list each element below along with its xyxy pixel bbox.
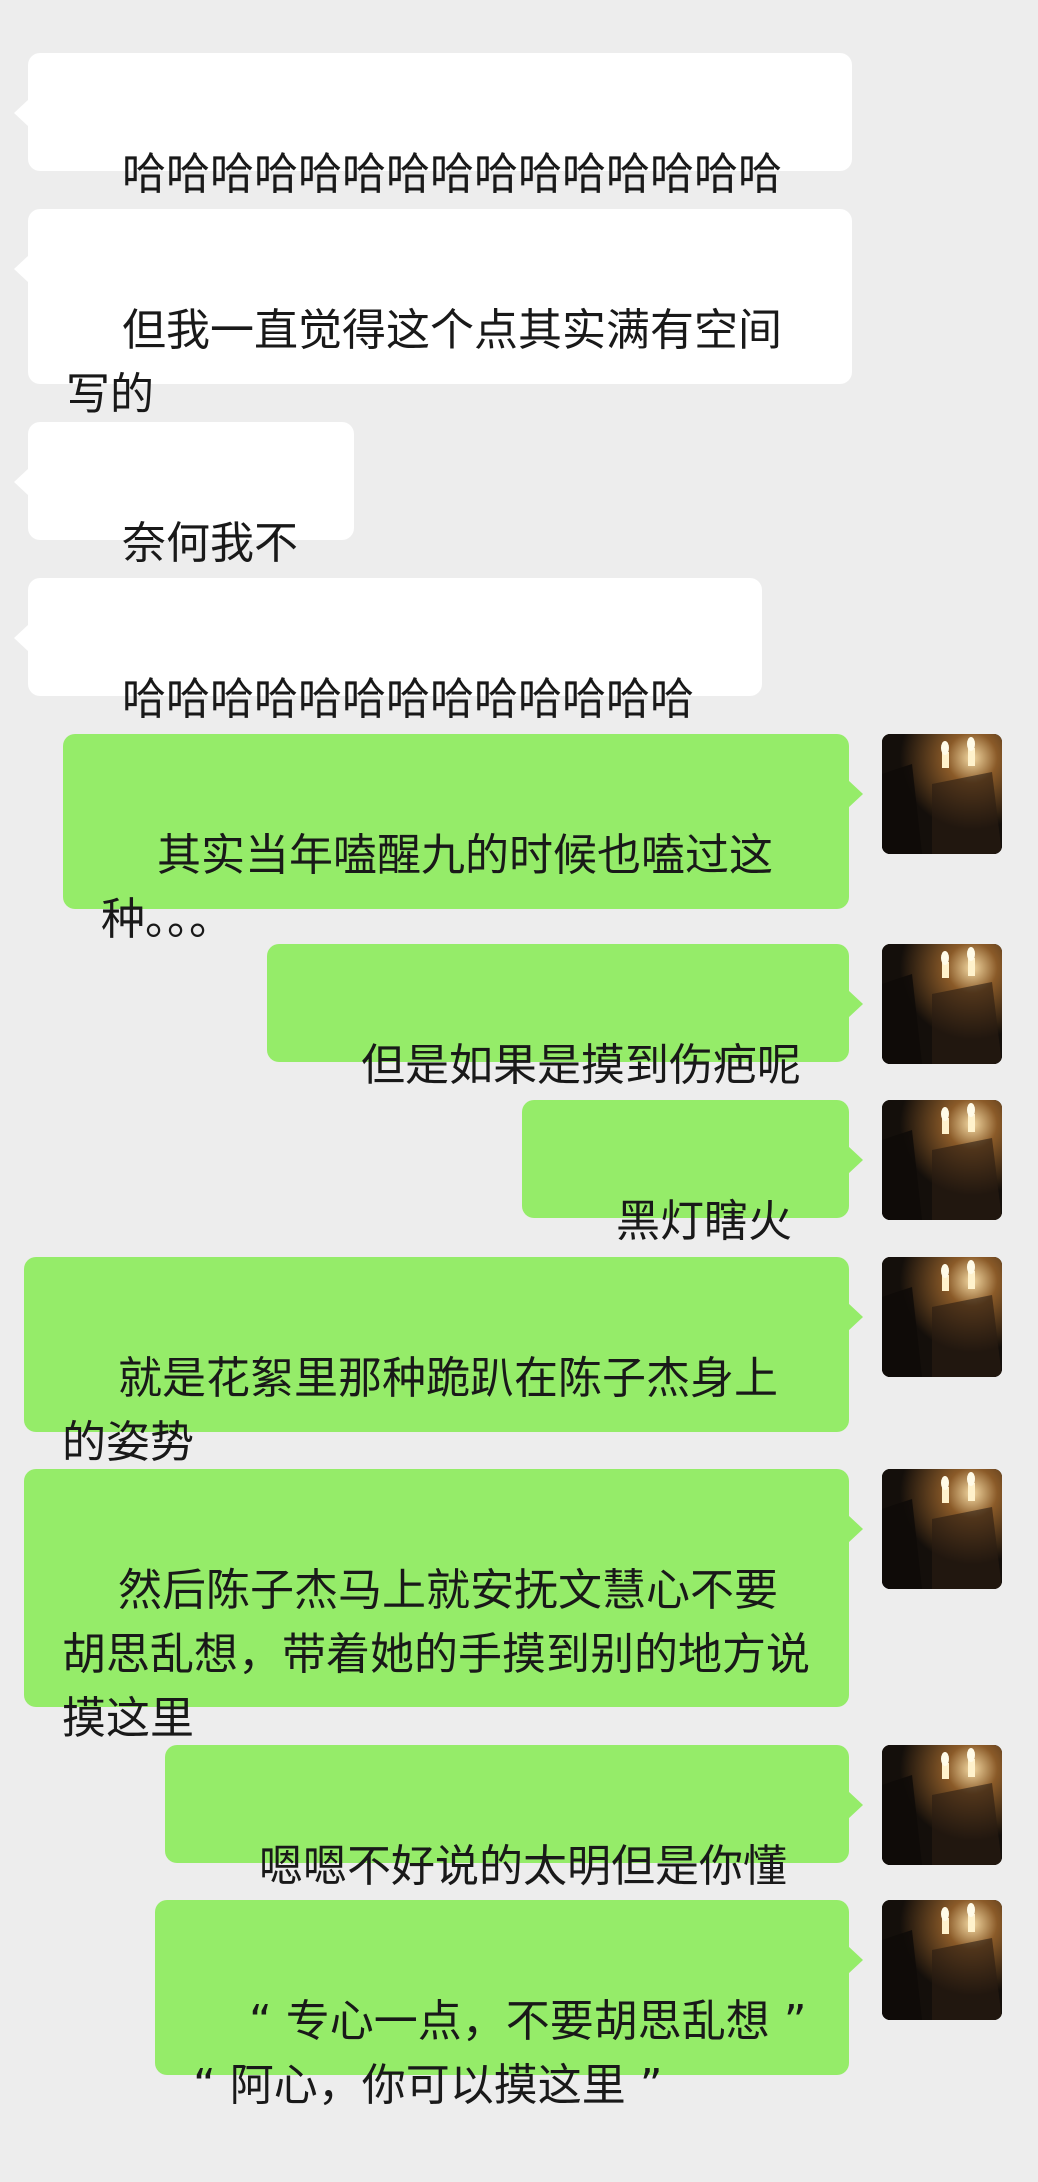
outgoing-message-bubble[interactable]: 嗯嗯不好说的太明但是你懂 — [165, 1745, 863, 1892]
candle-photo-avatar-icon — [882, 944, 1002, 1064]
message-text: 然后陈子杰马上就安抚文慧心不要胡思乱想，带着她的手摸到别的地方说摸这里 — [62, 1565, 810, 1744]
chat-message-list[interactable]: 哈哈哈哈哈哈哈哈哈哈哈哈哈哈哈 但我一直觉得这个点其实满有空间写的 奈何我不会 … — [0, 0, 1038, 2111]
outgoing-message-bubble[interactable]: 其实当年嗑醒九的时候也嗑过这种。。。 — [63, 734, 863, 945]
message-text: 就是花絮里那种跪趴在陈子杰身上的姿势 — [62, 1353, 778, 1468]
message-text: 哈哈哈哈哈哈哈哈哈哈哈哈哈哈哈 — [121, 149, 782, 200]
outgoing-message-bubble[interactable]: 黑灯瞎火的 — [522, 1100, 863, 1311]
candle-photo-avatar-icon — [882, 1900, 1002, 2020]
incoming-message-bubble[interactable]: 但我一直觉得这个点其实满有空间写的 — [14, 209, 852, 420]
my-avatar[interactable] — [882, 1900, 1002, 2020]
outgoing-message-bubble[interactable]: 就是花絮里那种跪趴在陈子杰身上的姿势 — [24, 1257, 863, 1468]
candle-photo-avatar-icon — [882, 734, 1002, 854]
my-avatar[interactable] — [882, 1469, 1002, 1589]
incoming-message-bubble[interactable]: 哈哈哈哈哈哈哈哈哈哈哈哈哈哈哈 — [14, 53, 852, 200]
incoming-message-bubble[interactable]: 哈哈哈哈哈哈哈哈哈哈哈哈哈 — [14, 578, 762, 725]
message-text: “ 专心一点，不要胡思乱想 ” “ 阿心，你可以摸这里 ” — [193, 1996, 807, 2111]
my-avatar[interactable] — [882, 1257, 1002, 1377]
message-text: 但是如果是摸到伤疤呢 — [360, 1040, 801, 1091]
message-text: 嗯嗯不好说的太明但是你懂 — [258, 1841, 787, 1892]
my-avatar[interactable] — [882, 1745, 1002, 1865]
candle-photo-avatar-icon — [882, 1469, 1002, 1589]
my-avatar[interactable] — [882, 734, 1002, 854]
my-avatar[interactable] — [882, 944, 1002, 1064]
message-text: 哈哈哈哈哈哈哈哈哈哈哈哈哈 — [121, 674, 694, 725]
message-text: 其实当年嗑醒九的时候也嗑过这种。。。 — [101, 830, 773, 945]
outgoing-message-bubble[interactable]: 但是如果是摸到伤疤呢 — [267, 944, 863, 1091]
incoming-message-bubble[interactable]: 奈何我不会 — [14, 422, 354, 633]
outgoing-message-bubble[interactable]: 然后陈子杰马上就安抚文慧心不要胡思乱想，带着她的手摸到别的地方说摸这里 — [24, 1469, 863, 1744]
message-text: 但我一直觉得这个点其实满有空间写的 — [66, 305, 782, 420]
my-avatar[interactable] — [882, 1100, 1002, 1220]
candle-photo-avatar-icon — [882, 1745, 1002, 1865]
candle-photo-avatar-icon — [882, 1100, 1002, 1220]
outgoing-message-bubble[interactable]: “ 专心一点，不要胡思乱想 ” “ 阿心，你可以摸这里 ” — [155, 1900, 863, 2111]
candle-photo-avatar-icon — [882, 1257, 1002, 1377]
